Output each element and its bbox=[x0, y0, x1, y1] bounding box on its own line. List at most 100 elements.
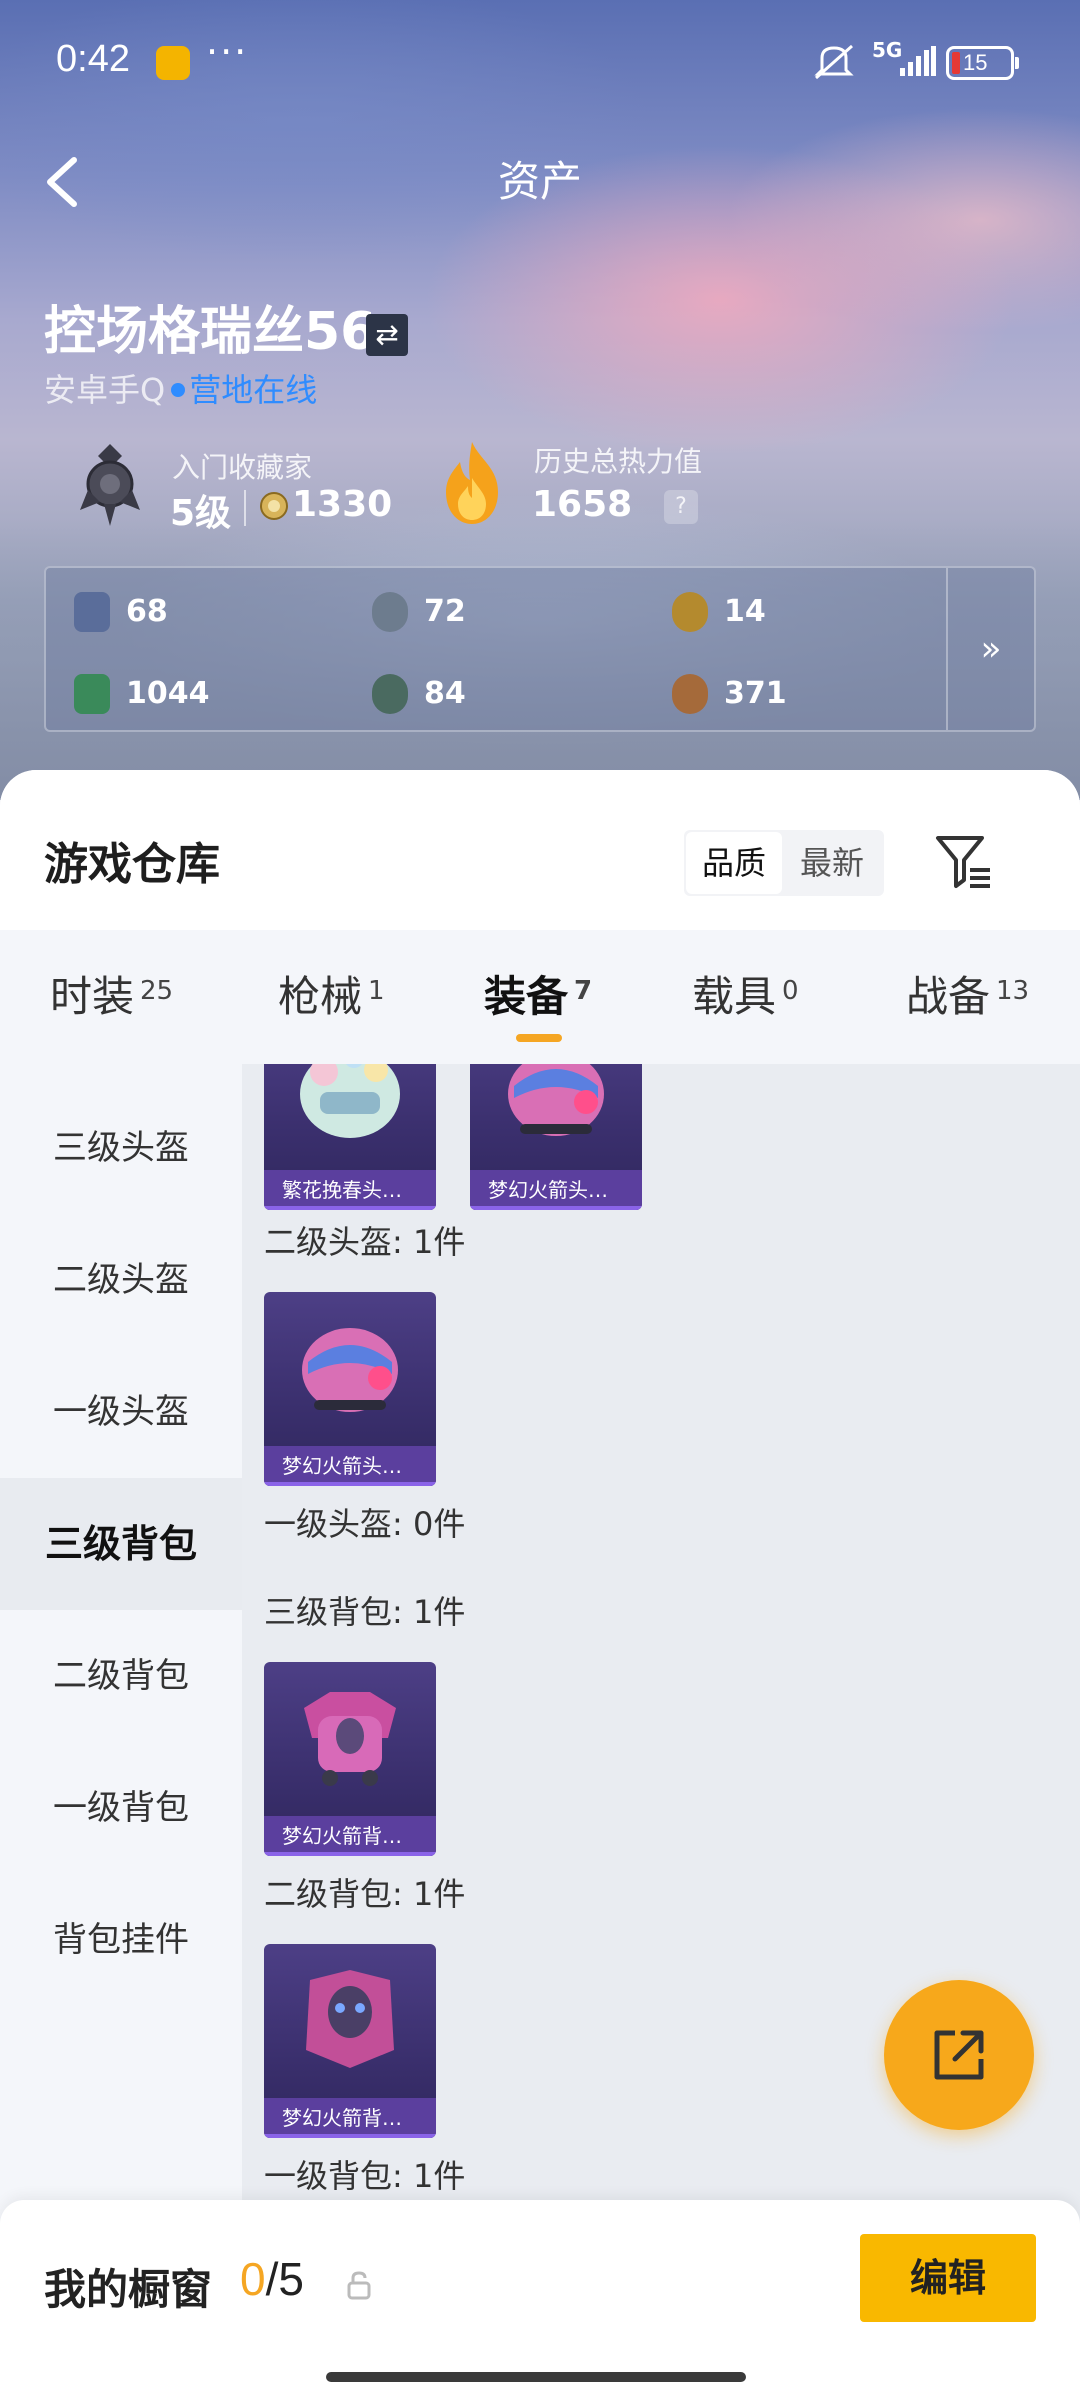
stat-value: 72 bbox=[424, 594, 466, 629]
sort-newest-button[interactable]: 最新 bbox=[784, 830, 880, 896]
rarity-bar bbox=[264, 1482, 436, 1486]
section-label: 二级头盔: 1件 bbox=[264, 1223, 466, 1261]
tab-vehicles[interactable]: 载具 0 bbox=[692, 930, 799, 1064]
tab-count: 25 bbox=[140, 976, 174, 1006]
side-item-backpack-1[interactable]: 一级背包 bbox=[0, 1742, 242, 1874]
category-tabs: 时装 25 枪械 1 装备 7 载具 0 战备 13 bbox=[0, 930, 1080, 1064]
showcase-bar: 我的橱窗 0/5 编辑 bbox=[0, 2200, 1080, 2400]
page-title: 资产 bbox=[497, 157, 582, 206]
section-label: 三级背包: 1件 bbox=[264, 1593, 466, 1631]
item-name: 繁花挽春头… bbox=[264, 1170, 436, 1210]
side-item-helmet-3[interactable]: 三级头盔 bbox=[0, 1082, 242, 1214]
side-item-helmet-2[interactable]: 二级头盔 bbox=[0, 1214, 242, 1346]
item-card[interactable]: 梦幻火箭背… bbox=[264, 1944, 436, 2138]
warehouse-sheet: 游戏仓库 品质 最新 时装 25 枪械 1 装备 7 载具 0 战备 13 三级头盔 二级… bbox=[0, 770, 1080, 2400]
item-name: 梦幻火箭背… bbox=[264, 1816, 436, 1856]
switch-account-icon[interactable]: ⇄ bbox=[366, 314, 408, 356]
green-card-icon bbox=[74, 674, 110, 714]
tab-count: 1 bbox=[368, 976, 385, 1006]
item-name: 梦幻火箭背… bbox=[264, 2098, 436, 2138]
notification-app-icon bbox=[156, 46, 190, 80]
showcase-count: 0/5 bbox=[240, 2252, 304, 2306]
signal-icon bbox=[900, 46, 936, 76]
online-status: 营地在线 bbox=[189, 371, 318, 409]
account-line: 安卓手Q 营地在线 bbox=[44, 368, 317, 412]
item-card[interactable]: 梦幻火箭头… bbox=[264, 1292, 436, 1486]
more-notifications-icon: ··· bbox=[206, 30, 249, 74]
stat-value: 371 bbox=[724, 676, 787, 711]
warehouse-title: 游戏仓库 bbox=[44, 839, 220, 890]
flower-helmet-icon bbox=[300, 1064, 400, 1138]
item-name: 梦幻火箭头… bbox=[470, 1170, 642, 1210]
showcase-title: 我的橱窗 bbox=[44, 2265, 213, 2314]
showcase-current: 0 bbox=[240, 2253, 266, 2305]
rocket-helmet-icon bbox=[302, 1328, 398, 1412]
rarity-bar bbox=[470, 1206, 642, 1210]
account-platform: 安卓手Q bbox=[44, 371, 166, 409]
tab-indicator bbox=[516, 1034, 562, 1042]
gold-emblem-icon bbox=[672, 592, 708, 632]
tab-supplies[interactable]: 战备 13 bbox=[906, 930, 1029, 1064]
tab-label: 枪械 bbox=[278, 972, 363, 1021]
heat-value: 1658 bbox=[532, 484, 633, 525]
tab-count: 7 bbox=[574, 976, 593, 1006]
tab-label: 时装 bbox=[50, 972, 135, 1021]
help-icon[interactable]: ? bbox=[664, 490, 698, 524]
home-indicator[interactable] bbox=[326, 2372, 746, 2382]
bronze-emblem-icon bbox=[672, 674, 708, 714]
network-type: 5G bbox=[872, 38, 903, 62]
section-label: 一级背包: 1件 bbox=[264, 2157, 466, 2195]
side-item-backpack-3[interactable]: 三级背包 bbox=[0, 1478, 242, 1610]
side-item-backpack-charm[interactable]: 背包挂件 bbox=[0, 1874, 242, 2006]
rarity-bar bbox=[264, 1852, 436, 1856]
collector-level: 5级 bbox=[170, 493, 232, 534]
share-icon bbox=[934, 2030, 984, 2080]
battery-icon: 15 bbox=[946, 46, 1019, 80]
rocket-helmet-icon bbox=[508, 1064, 604, 1136]
warehouse-header: 游戏仓库 品质 最新 bbox=[0, 770, 1080, 930]
rarity-bar bbox=[264, 1206, 436, 1210]
coin-icon bbox=[260, 492, 288, 520]
tab-firearms[interactable]: 枪械 1 bbox=[278, 930, 385, 1064]
sort-toggle: 品质 最新 bbox=[684, 830, 884, 896]
collector-badge-icon bbox=[80, 444, 140, 526]
battery-level: 15 bbox=[963, 50, 988, 75]
share-button[interactable] bbox=[884, 1980, 1034, 2130]
tab-label: 装备 bbox=[484, 972, 569, 1021]
tab-fashion[interactable]: 时装 25 bbox=[50, 930, 173, 1064]
heat-title: 历史总热力值 bbox=[534, 445, 703, 478]
gear-orb-icon bbox=[372, 674, 408, 714]
section-label: 一级头盔: 0件 bbox=[264, 1505, 466, 1543]
filter-icon[interactable] bbox=[934, 832, 994, 892]
side-item-backpack-2[interactable]: 二级背包 bbox=[0, 1610, 242, 1742]
stat-value: 14 bbox=[724, 594, 766, 629]
section-label: 二级背包: 1件 bbox=[264, 1875, 466, 1913]
showcase-total: /5 bbox=[265, 2253, 304, 2305]
item-card[interactable]: 繁花挽春头… bbox=[264, 1064, 436, 1210]
silver-emblem-icon bbox=[372, 592, 408, 632]
stat-value: 1044 bbox=[126, 676, 210, 711]
edit-button[interactable]: 编辑 bbox=[860, 2234, 1036, 2322]
tab-equipment[interactable]: 装备 7 bbox=[484, 930, 592, 1064]
battery-fill bbox=[952, 52, 960, 74]
stats-more-button[interactable]: » bbox=[946, 568, 1034, 730]
asset-stats-panel[interactable]: 68 72 14 1044 84 371 » bbox=[44, 566, 1036, 732]
tab-label: 战备 bbox=[906, 972, 991, 1021]
side-item-helmet-1[interactable]: 一级头盔 bbox=[0, 1346, 242, 1478]
sort-quality-button[interactable]: 品质 bbox=[686, 832, 782, 894]
flame-icon bbox=[446, 442, 498, 524]
mute-icon bbox=[814, 44, 854, 80]
item-card[interactable]: 梦幻火箭背… bbox=[264, 1662, 436, 1856]
online-dot bbox=[171, 383, 186, 397]
stat-value: 68 bbox=[126, 594, 168, 629]
status-time: 0:42 bbox=[56, 38, 130, 80]
collector-title: 入门收藏家 bbox=[172, 451, 313, 484]
item-name: 梦幻火箭头… bbox=[264, 1446, 436, 1486]
tab-count: 13 bbox=[996, 976, 1030, 1006]
lock-icon bbox=[347, 2271, 371, 2300]
tab-label: 载具 bbox=[692, 972, 777, 1021]
item-card[interactable]: 梦幻火箭头… bbox=[470, 1064, 642, 1210]
rocket-backpack-icon bbox=[304, 1692, 396, 1786]
status-bar: 0:42 ··· 5G 15 bbox=[0, 0, 1080, 130]
rarity-bar bbox=[264, 2134, 436, 2138]
